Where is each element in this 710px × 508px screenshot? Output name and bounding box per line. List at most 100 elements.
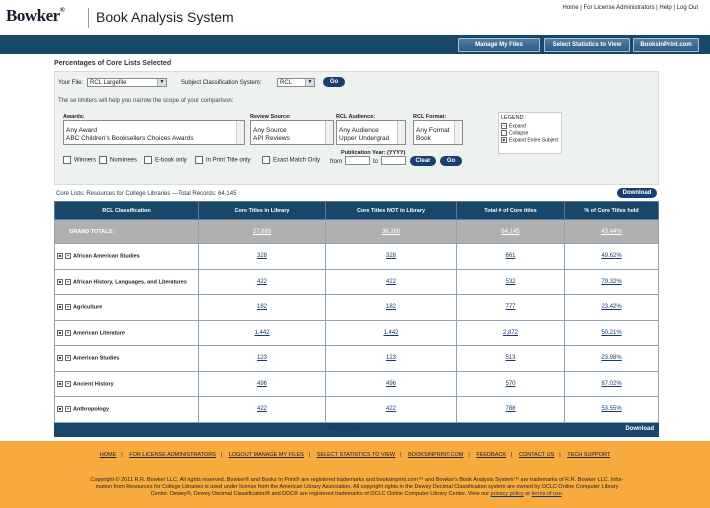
cell-link[interactable]: 23.98% <box>601 355 621 361</box>
top-link-license-admins[interactable]: For License Administrators <box>583 5 654 11</box>
plus-icon[interactable]: + <box>65 329 71 336</box>
checkbox-box[interactable] <box>63 156 71 164</box>
cell-link[interactable]: 422 <box>386 406 396 412</box>
awards-option[interactable]: Any Award <box>66 127 242 135</box>
footer-link-feedback[interactable]: FEEDBACK <box>476 452 506 458</box>
expand-all-icon[interactable]: ■ <box>57 380 63 387</box>
cell-link[interactable]: 788 <box>505 406 515 412</box>
cell-link[interactable]: 422 <box>257 279 267 285</box>
cell-link[interactable]: 328 <box>257 253 267 259</box>
review-option[interactable]: Any Source <box>253 127 331 135</box>
plus-icon[interactable]: + <box>65 304 71 311</box>
review-option[interactable]: API Reviews <box>253 135 331 143</box>
core-lists-link[interactable]: Core Lists: Resources for College Librar… <box>56 191 170 197</box>
exact-match-checkbox[interactable]: Exact Match Only <box>262 156 320 164</box>
column-header[interactable]: Core Titles NOT in Library <box>325 201 457 220</box>
filter-go-button[interactable]: Go <box>440 156 462 166</box>
cell-link[interactable]: 49.62% <box>601 253 621 259</box>
grand-percent-link[interactable]: 43.44% <box>601 229 621 235</box>
cell-link[interactable]: 496 <box>257 381 267 387</box>
cell-link[interactable]: 53.55% <box>601 406 621 412</box>
go-button[interactable]: Go <box>323 77 345 87</box>
cell-link[interactable]: 2,872 <box>503 330 518 336</box>
year-to-input[interactable] <box>381 156 406 165</box>
column-header[interactable]: % of Core Titles held <box>564 201 659 220</box>
cell-link[interactable]: 328 <box>386 253 396 259</box>
scrollbar[interactable] <box>454 121 462 144</box>
checkbox-box[interactable] <box>99 156 107 164</box>
in-print-only-checkbox[interactable]: In Print Title only <box>195 156 250 164</box>
audience-option[interactable]: Upper Undergrad <box>339 135 403 143</box>
scrollbar[interactable] <box>397 121 405 144</box>
audience-listbox[interactable]: Any Audience Upper Undergrad <box>336 120 406 145</box>
top-link-home[interactable]: Home <box>563 5 579 11</box>
cell-link[interactable]: 79.32% <box>601 279 621 285</box>
file-select[interactable]: RCL Largefile ▼ <box>87 78 167 87</box>
subject-select[interactable]: RCL ▼ <box>277 78 315 87</box>
plus-icon[interactable]: + <box>65 253 71 260</box>
clear-button[interactable]: Clear <box>410 156 436 166</box>
footer-link-logout-manage-files[interactable]: LOGOUT MANAGE MY FILES <box>229 452 304 458</box>
cell-link[interactable]: 87.02% <box>601 381 621 387</box>
cell-link[interactable]: 23.42% <box>601 304 621 310</box>
plus-icon[interactable]: + <box>65 355 71 362</box>
nominees-checkbox[interactable]: Nominees <box>99 156 137 164</box>
plus-icon[interactable]: + <box>65 380 71 387</box>
grand-total-link[interactable]: 64,145 <box>501 229 519 235</box>
cell-link[interactable]: 777 <box>505 304 515 310</box>
top-link-logout[interactable]: Log Out <box>677 5 698 11</box>
ebook-only-checkbox[interactable]: E-book only <box>144 156 187 164</box>
plus-icon[interactable]: + <box>65 406 71 413</box>
column-header[interactable]: Core Titles in Library <box>198 201 326 220</box>
cell-link[interactable]: 422 <box>257 406 267 412</box>
download-button-top[interactable]: Download <box>617 188 657 198</box>
footer-link-tech-support[interactable]: TECH SUPPORT <box>567 452 610 458</box>
awards-option[interactable]: ABC Children's Booksellers Choices Award… <box>66 135 242 143</box>
booksinprint-button[interactable]: BooksInPrint.com <box>633 38 699 52</box>
cell-link[interactable]: 123 <box>257 355 267 361</box>
expand-all-icon[interactable]: ■ <box>57 406 63 413</box>
footer-link-license-admins[interactable]: FOR LICENSE ADMINISTRATORS <box>129 452 216 458</box>
format-listbox[interactable]: Any Format Book <box>413 120 463 145</box>
grand-not-in-library-link[interactable]: 36,280 <box>382 229 400 235</box>
expand-all-icon[interactable]: ■ <box>57 304 63 311</box>
scrollbar[interactable] <box>236 121 244 144</box>
footer-link-contact-us[interactable]: CONTACT US <box>519 452 554 458</box>
bowker-logo[interactable]: Bowker® <box>6 6 65 26</box>
expand-all-icon[interactable]: ■ <box>57 355 63 362</box>
checkbox-box[interactable] <box>195 156 203 164</box>
year-from-input[interactable] <box>345 156 370 165</box>
cell-link[interactable]: 422 <box>386 279 396 285</box>
manage-my-files-button[interactable]: Manage My Files <box>458 38 540 52</box>
cell-link[interactable]: 123 <box>386 355 396 361</box>
grand-in-library-link[interactable]: 27,865 <box>253 229 271 235</box>
checkbox-box[interactable] <box>144 156 152 164</box>
terms-of-use-link[interactable]: terms of use <box>532 491 562 497</box>
footer-link-booksinprint[interactable]: BOOKSINPRINT.COM <box>408 452 463 458</box>
review-source-listbox[interactable]: Any Source API Reviews <box>250 120 334 145</box>
cell-link[interactable]: 1,442 <box>254 330 269 336</box>
top-link-help[interactable]: Help <box>659 5 671 11</box>
checkbox-box[interactable] <box>262 156 270 164</box>
plus-icon[interactable]: + <box>65 278 71 285</box>
column-header[interactable]: RCL Classification <box>54 201 199 220</box>
footer-link-select-statistics[interactable]: SELECT STATISTICS TO VIEW <box>317 452 395 458</box>
expand-all-icon[interactable]: ■ <box>57 278 63 285</box>
select-statistics-button[interactable]: Select Statistics to View <box>544 38 630 52</box>
privacy-policy-link[interactable]: privacy policy <box>491 491 524 497</box>
expand-all-icon[interactable]: ■ <box>57 253 63 260</box>
back-to-top-link[interactable]: Back to Top <box>327 425 361 431</box>
cell-link[interactable]: 513 <box>505 355 515 361</box>
cell-link[interactable]: 182 <box>386 304 396 310</box>
cell-link[interactable]: 50.21% <box>601 330 621 336</box>
cell-link[interactable]: 1,442 <box>383 330 398 336</box>
scrollbar[interactable] <box>325 121 333 144</box>
audience-option[interactable]: Any Audience <box>339 127 403 135</box>
cell-link[interactable]: 496 <box>386 381 396 387</box>
expand-all-icon[interactable]: ■ <box>57 329 63 336</box>
cell-link[interactable]: 532 <box>505 279 515 285</box>
cell-link[interactable]: 182 <box>257 304 267 310</box>
cell-link[interactable]: 661 <box>505 253 515 259</box>
awards-listbox[interactable]: Any Award ABC Children's Booksellers Cho… <box>63 120 245 145</box>
winners-checkbox[interactable]: Winners <box>63 156 96 164</box>
